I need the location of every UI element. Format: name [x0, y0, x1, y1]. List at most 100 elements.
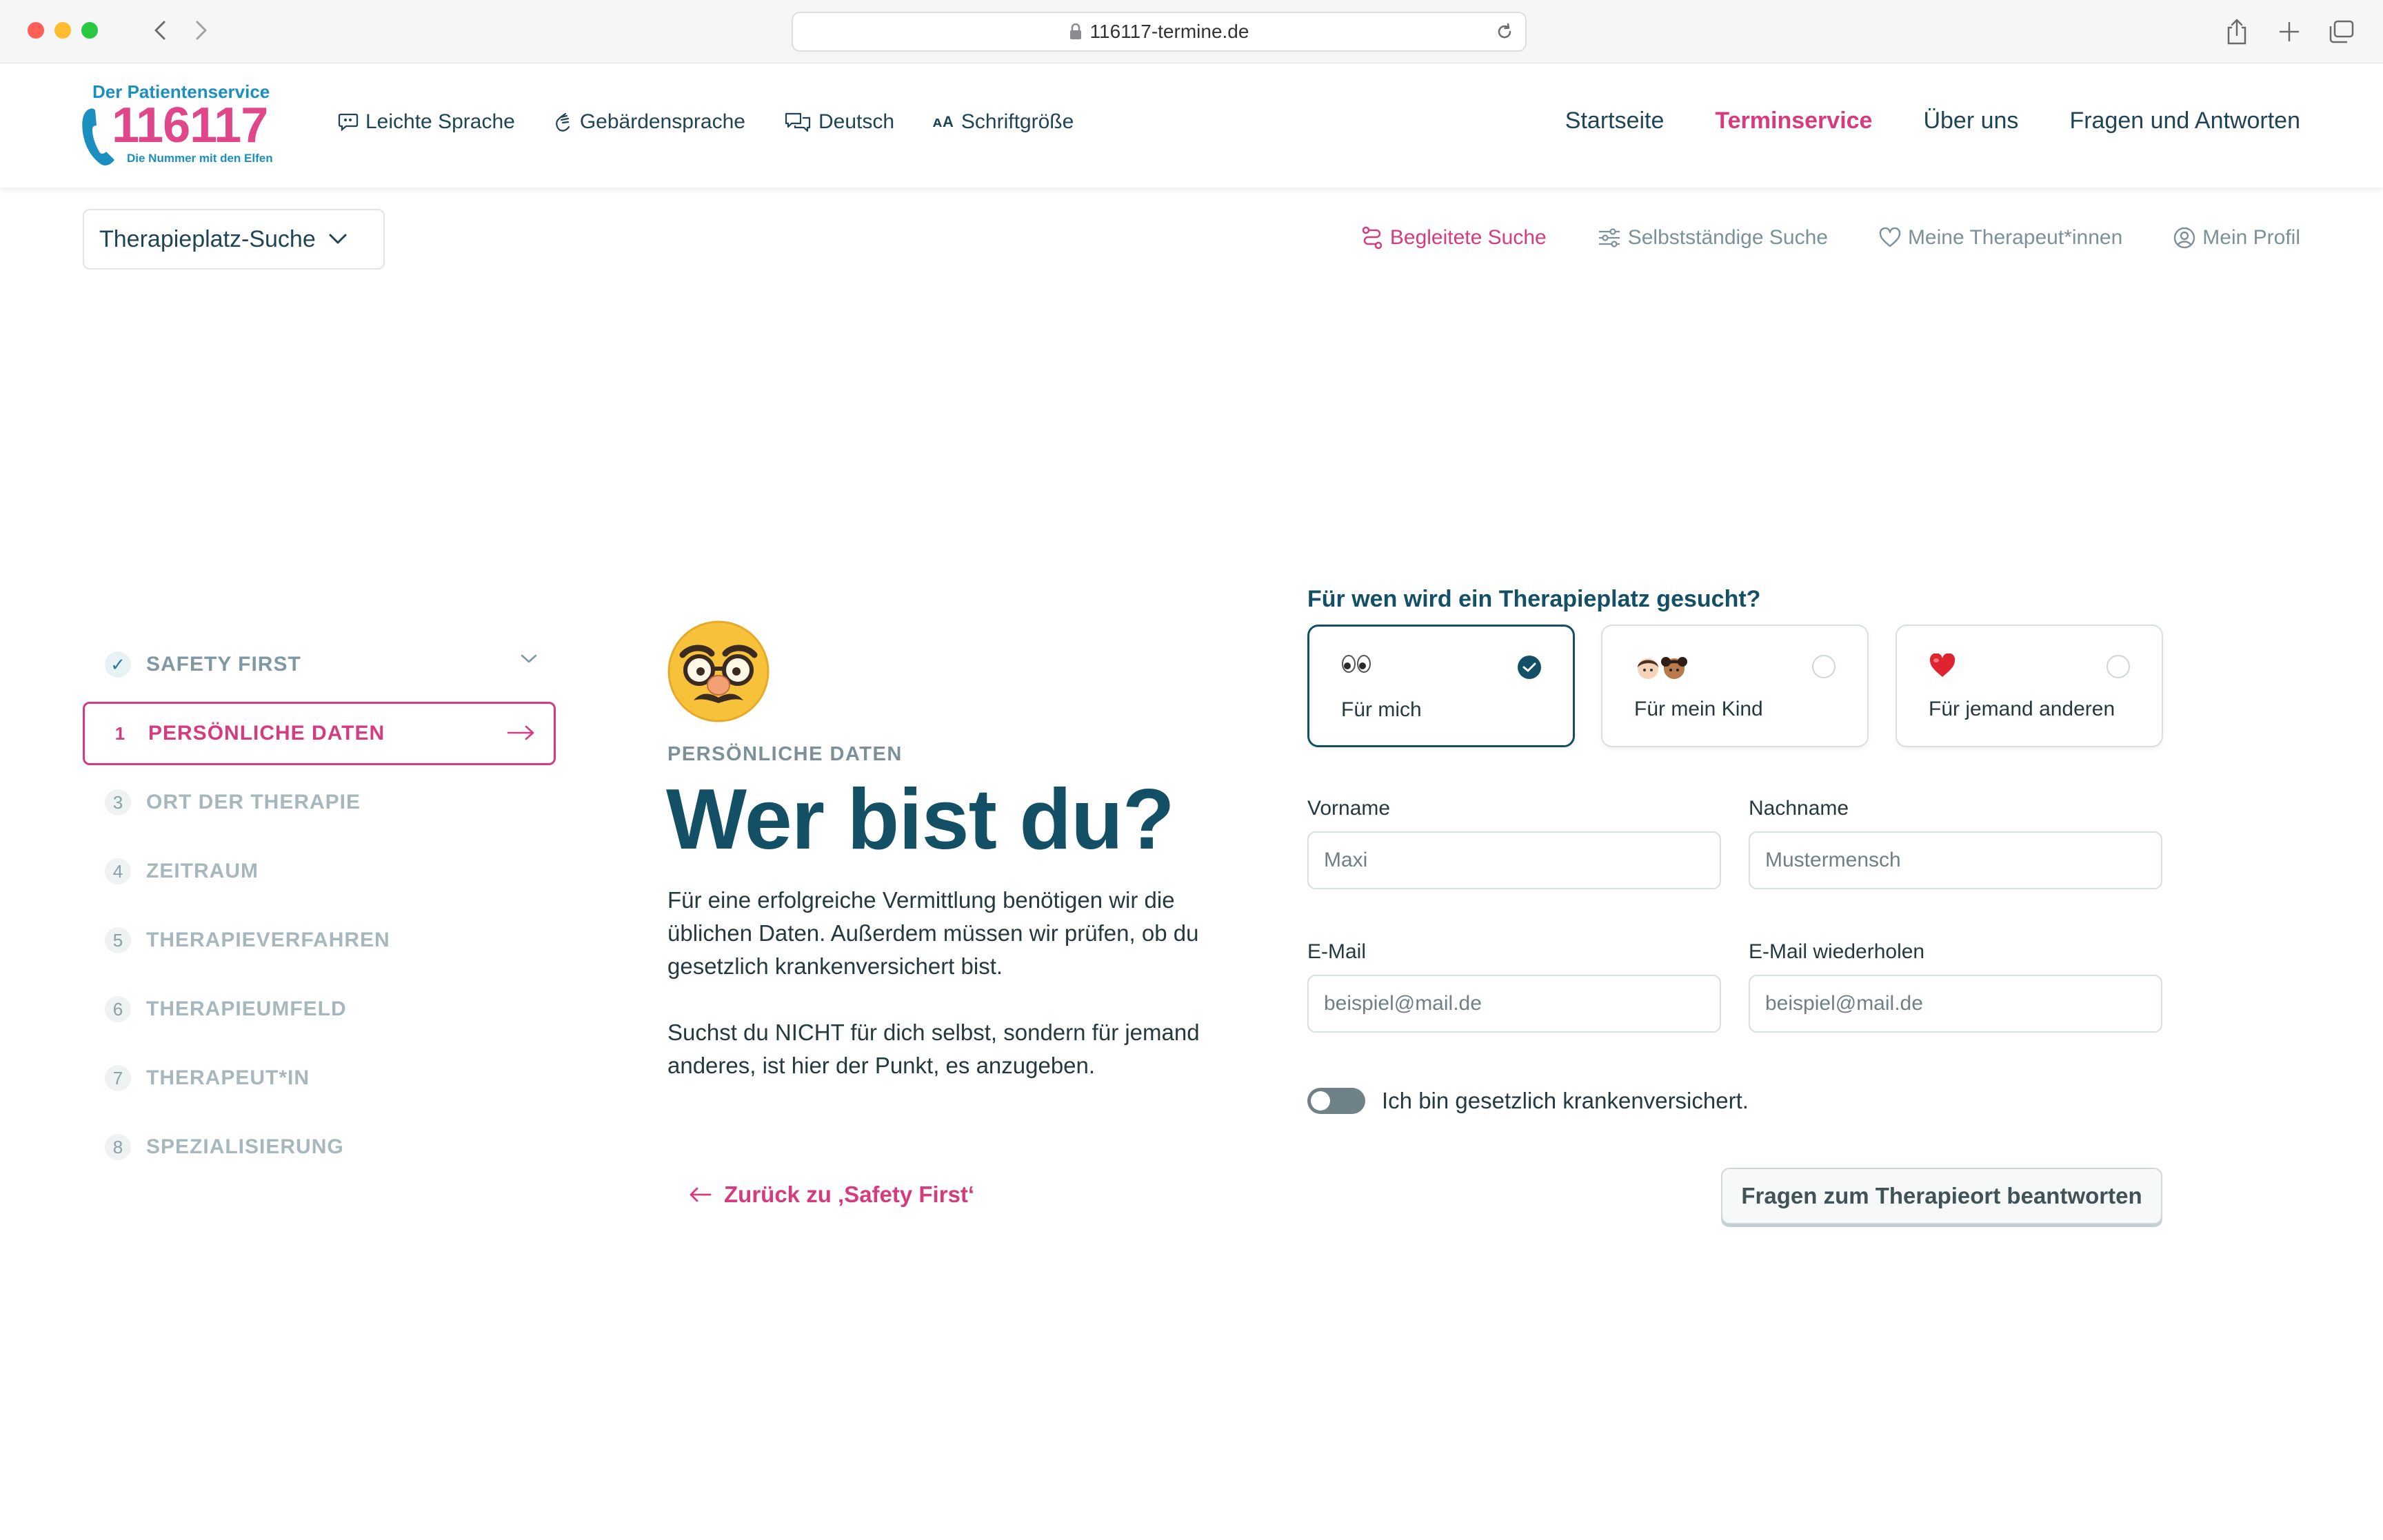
intro-paragraph: Suchst du NICHT für dich selbst, sondern… — [667, 1020, 1200, 1078]
arrow-left-icon — [690, 1187, 712, 1202]
main-navigation: Startseite Terminservice Über uns Fragen… — [1565, 108, 2300, 134]
nav-startseite[interactable]: Startseite — [1565, 108, 1665, 134]
chevron-down-icon — [521, 654, 537, 663]
close-window-button[interactable] — [28, 22, 44, 39]
user-circle-icon — [2174, 227, 2195, 249]
service-select-label: Therapieplatz-Suche — [99, 225, 316, 252]
easy-language-link[interactable]: Leichte Sprache — [338, 110, 515, 134]
reload-icon[interactable] — [1495, 22, 1514, 41]
nav-meine-therapeutinnen[interactable]: Meine Therapeut*innen — [1879, 225, 2122, 250]
nav-fragen-und-antworten[interactable]: Fragen und Antworten — [2069, 108, 2300, 134]
speech-bubble-icon — [338, 113, 359, 132]
red-heart-icon — [1929, 654, 1955, 677]
insurance-toggle[interactable] — [1307, 1088, 1365, 1114]
nav-begleitete-suche[interactable]: Begleitete Suche — [1361, 225, 1547, 250]
last-name-input[interactable] — [1749, 831, 2162, 889]
next-step-button[interactable]: Fragen zum Therapieort beantworten — [1721, 1168, 2162, 1224]
insurance-toggle-label: Ich bin gesetzlich krankenversichert. — [1382, 1088, 1749, 1113]
site-header: Der Patientenservice 116117 Die Nummer m… — [0, 63, 2383, 188]
last-name-label: Nachname — [1749, 797, 1849, 820]
radio-unchecked-icon[interactable] — [2107, 655, 2130, 678]
step-safety-first[interactable]: ✓ SAFETY FIRST — [83, 633, 556, 696]
disguised-face-icon — [667, 620, 770, 722]
sign-language-link[interactable]: Gebärdensprache — [554, 110, 745, 134]
nav-mein-profil-label: Mein Profil — [2202, 226, 2300, 249]
url-text: 116117-termine.de — [1089, 21, 1249, 42]
sign-language-label: Gebärdensprache — [579, 110, 745, 133]
step-therapeutin[interactable]: 7 THERAPEUT*IN — [83, 1046, 556, 1110]
back-link[interactable]: Zurück zu ‚Safety First‘ — [688, 1182, 974, 1208]
hand-sign-icon — [555, 112, 570, 132]
chevron-right-icon — [196, 21, 207, 40]
step-number: 3 — [105, 789, 131, 815]
nav-ueber-uns[interactable]: Über uns — [1923, 108, 2018, 134]
minimize-window-button[interactable] — [54, 22, 71, 39]
checkmark-icon: ✓ — [105, 651, 131, 678]
intro-paragraph: Für eine erfolgreiche Vermittlung benöti… — [667, 887, 1199, 979]
sliders-icon — [1598, 228, 1620, 247]
eyes-icon — [1342, 655, 1371, 673]
step-therapieverfahren[interactable]: 5 THERAPIEVERFAHREN — [83, 909, 556, 972]
step-label: PERSÖNLICHE DATEN — [148, 722, 385, 744]
lock-icon — [1069, 23, 1082, 40]
language-bubbles-icon — [785, 112, 811, 132]
zoom-window-button[interactable] — [81, 22, 98, 39]
chevron-down-icon — [329, 234, 347, 244]
logo-116117[interactable]: Der Patientenservice 116117 Die Nummer m… — [80, 81, 280, 170]
chevron-left-icon — [154, 21, 165, 40]
nav-meine-therapeutinnen-label: Meine Therapeut*innen — [1907, 226, 2123, 249]
accessibility-links: Leichte Sprache Gebärdensprache Deutsch … — [338, 110, 1074, 134]
choice-label: Für mich — [1341, 698, 1422, 721]
logo-number: 116117 — [112, 98, 268, 153]
step-label: THERAPEUT*IN — [146, 1066, 310, 1089]
nav-selbststaendige-suche[interactable]: Selbstständige Suche — [1598, 225, 1828, 250]
sub-navigation: Begleitete Suche Selbstständige Suche Me… — [1361, 225, 2300, 250]
toggle-knob — [1311, 1091, 1330, 1111]
font-size-icon: ᴀA — [933, 113, 954, 130]
intro-text: Für eine erfolgreiche Vermittlung benöti… — [667, 884, 1247, 1082]
first-name-input[interactable] — [1307, 831, 1721, 889]
children-icon — [1638, 657, 1687, 679]
browser-toolbar: 116117-termine.de — [0, 0, 2383, 63]
plus-icon — [2279, 21, 2300, 42]
browser-forward-button[interactable] — [186, 15, 217, 45]
step-label: THERAPIEUMFELD — [146, 997, 347, 1020]
font-size-link[interactable]: ᴀA Schriftgröße — [933, 110, 1074, 134]
choice-fuer-mein-kind[interactable]: Für mein Kind — [1601, 625, 1869, 747]
radio-checked-icon[interactable] — [1518, 656, 1541, 679]
browser-back-button[interactable] — [145, 15, 175, 45]
step-zeitraum[interactable]: 4 ZEITRAUM — [83, 840, 556, 903]
choice-fuer-mich[interactable]: Für mich — [1307, 625, 1575, 747]
step-ort-der-therapie[interactable]: 3 ORT DER THERAPIE — [83, 771, 556, 834]
step-number: 5 — [105, 927, 131, 953]
address-bar[interactable]: 116117-termine.de — [792, 12, 1527, 52]
new-tab-button[interactable] — [2273, 15, 2306, 48]
share-icon — [2227, 19, 2246, 45]
route-icon — [1362, 226, 1382, 250]
language-link[interactable]: Deutsch — [784, 110, 894, 134]
choice-label: Für jemand anderen — [1929, 698, 2115, 720]
step-persoenliche-daten[interactable]: 1 PERSÖNLICHE DATEN — [83, 702, 556, 765]
language-label: Deutsch — [818, 110, 895, 133]
step-number: 1 — [114, 722, 125, 744]
nav-mein-profil[interactable]: Mein Profil — [2173, 225, 2300, 250]
service-select[interactable]: Therapieplatz-Suche — [83, 209, 385, 270]
share-button[interactable] — [2220, 15, 2253, 48]
choice-fuer-jemand-anderen[interactable]: Für jemand anderen — [1896, 625, 2163, 747]
step-therapieumfeld[interactable]: 6 THERAPIEUMFELD — [83, 977, 556, 1041]
back-link-label: Zurück zu ‚Safety First‘ — [724, 1182, 975, 1207]
arrow-right-icon — [507, 725, 534, 740]
step-spezialisierung[interactable]: 8 SPEZIALISIERUNG — [83, 1115, 556, 1179]
tab-overview-button[interactable] — [2325, 15, 2358, 48]
step-label: SPEZIALISIERUNG — [146, 1135, 344, 1158]
email-input[interactable] — [1307, 975, 1721, 1033]
page-title: Wer bist du? — [666, 772, 1175, 867]
email-repeat-input[interactable] — [1749, 975, 2162, 1033]
step-label: SAFETY FIRST — [146, 653, 301, 676]
step-label: ZEITRAUM — [146, 860, 259, 882]
for-whom-question: Für wen wird ein Therapieplatz gesucht? — [1307, 586, 1761, 612]
nav-terminservice[interactable]: Terminservice — [1715, 108, 1872, 134]
progress-steps: ✓ SAFETY FIRST 1 PERSÖNLICHE DATEN 3 ORT… — [83, 633, 556, 1184]
tabs-icon — [2329, 20, 2354, 43]
radio-unchecked-icon[interactable] — [1812, 655, 1836, 678]
